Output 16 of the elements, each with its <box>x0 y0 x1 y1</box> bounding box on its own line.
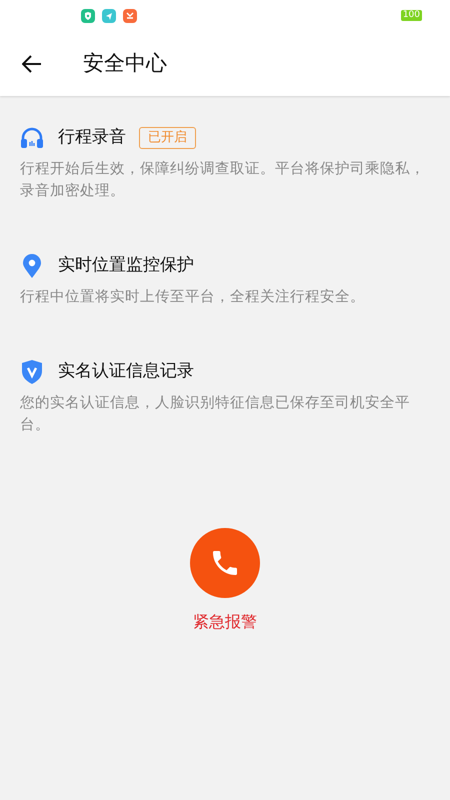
page-title: 安全中心 <box>83 50 167 78</box>
send-app-icon <box>102 9 116 23</box>
battery-level: 100 <box>400 10 422 21</box>
feature-title: 行程录音 <box>58 126 126 150</box>
feature-description: 行程中位置将实时上传至平台，全程关注行程安全。 <box>20 288 366 307</box>
feature-title: 实时位置监控保护 <box>58 254 194 278</box>
feature-description: 您的实名认证信息，人脸识别特征信息已保存至司机安全平台。 <box>20 394 411 435</box>
emergency-call-label: 紧急报警 <box>193 611 257 633</box>
verified-shield-icon <box>21 360 43 384</box>
location-pin-icon <box>22 254 42 278</box>
back-arrow-icon[interactable] <box>22 55 42 73</box>
feature-description: 行程开始后生效，保障纠纷调查取证。平台将保护司乘隐私，录音加密处理。 <box>20 160 426 201</box>
shield-app-icon <box>81 9 95 23</box>
status-badge: 已开启 <box>139 127 196 149</box>
headphones-icon <box>20 127 44 149</box>
feature-title: 实名认证信息记录 <box>58 360 194 384</box>
